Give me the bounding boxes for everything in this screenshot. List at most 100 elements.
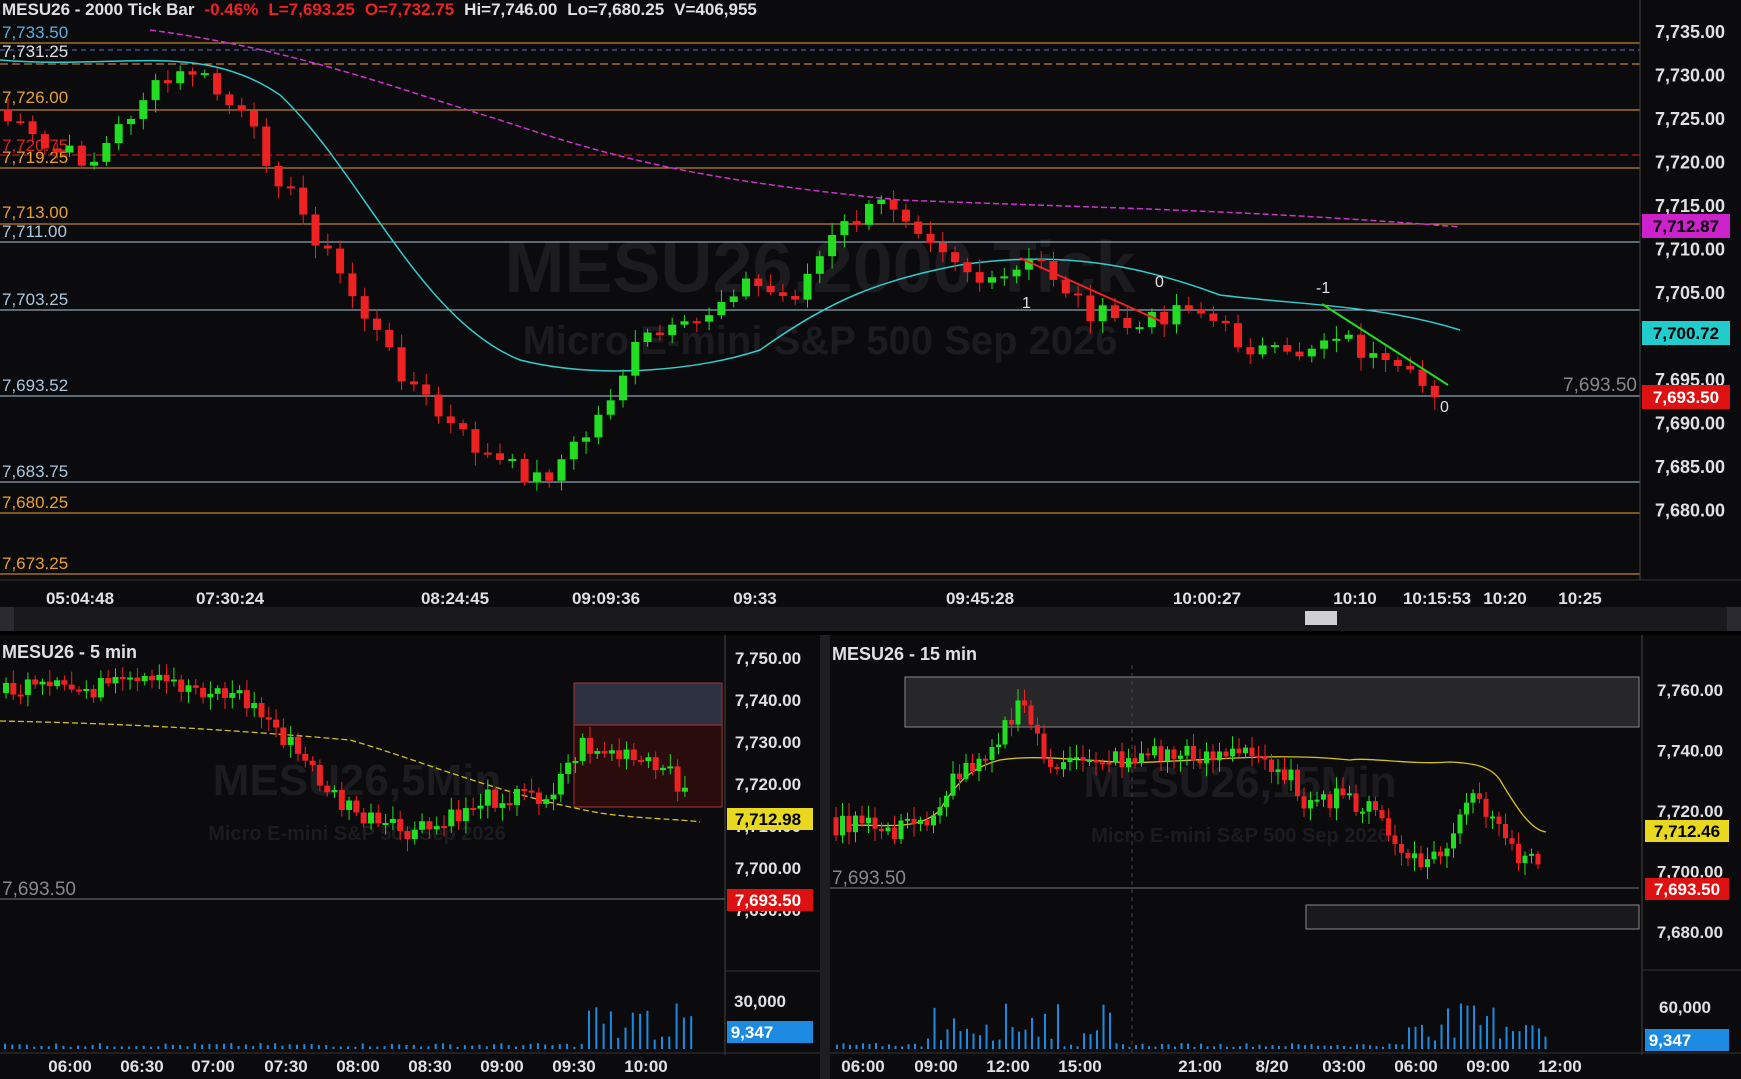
volume-bar bbox=[1473, 1005, 1475, 1049]
candle-body bbox=[1295, 769, 1300, 797]
candle-body bbox=[1184, 305, 1193, 310]
volume-bar bbox=[150, 1046, 152, 1049]
volume-bar bbox=[1193, 1046, 1196, 1049]
time-tick-label: 07:30 bbox=[264, 1057, 307, 1076]
volume-bar bbox=[347, 1046, 350, 1049]
candle-body bbox=[1087, 759, 1092, 762]
candle-body bbox=[61, 680, 68, 685]
candle-body bbox=[331, 789, 338, 793]
candle-body bbox=[1379, 810, 1385, 819]
candle-body bbox=[274, 165, 283, 187]
candle-body bbox=[368, 812, 374, 824]
fifteen-min-chart-canvas[interactable]: MESU26 - 15 min MESU26,15Min Micro E-min… bbox=[830, 635, 1741, 1079]
candle-body bbox=[1223, 751, 1229, 757]
axis-tick-label: 7,680.00 bbox=[1657, 923, 1723, 942]
candle-body bbox=[1301, 796, 1307, 809]
volume-bar bbox=[1265, 1046, 1267, 1049]
candle-body bbox=[134, 677, 141, 682]
fifteen-min-title: MESU26 - 15 min bbox=[832, 644, 977, 664]
volume-bar bbox=[1187, 1043, 1189, 1049]
candle-body bbox=[1049, 261, 1058, 280]
volume-bar bbox=[1486, 1016, 1488, 1049]
resistance-zone-box bbox=[904, 676, 1640, 728]
scroll-right-arrow[interactable] bbox=[1727, 607, 1741, 631]
candle-body bbox=[717, 302, 726, 316]
candle-body bbox=[1509, 838, 1515, 844]
volume-axis-label: 30,000 bbox=[734, 992, 786, 1011]
volume-bar bbox=[201, 1044, 204, 1049]
volume-bar bbox=[1226, 1046, 1228, 1049]
candle-body bbox=[419, 821, 426, 830]
volume-bar bbox=[959, 1031, 962, 1049]
candle-body bbox=[323, 245, 332, 249]
scroll-left-arrow[interactable] bbox=[0, 607, 14, 631]
time-tick-label: 06:00 bbox=[48, 1057, 91, 1076]
candle-body bbox=[1529, 853, 1534, 856]
volume-bar bbox=[1089, 1034, 1092, 1049]
candle-body bbox=[65, 145, 74, 153]
candle-body bbox=[1139, 753, 1144, 764]
candle-body bbox=[1373, 801, 1378, 811]
scrollbar-thumb[interactable] bbox=[1305, 611, 1337, 625]
time-tick-label: 10:20 bbox=[1483, 589, 1526, 607]
horizontal-scrollbar[interactable] bbox=[0, 607, 1741, 631]
candle-body bbox=[1080, 757, 1086, 761]
candle-body bbox=[729, 296, 738, 303]
candle-body bbox=[1132, 758, 1138, 764]
low-price: Lo=7,680.25 bbox=[567, 0, 665, 19]
candle-body bbox=[229, 693, 236, 698]
candle-body bbox=[865, 203, 873, 225]
price-marker-label: 7,693.50 bbox=[1563, 375, 1637, 396]
time-tick-label: 15:00 bbox=[1058, 1057, 1101, 1076]
candle-body bbox=[251, 703, 258, 709]
time-tick-label: 06:00 bbox=[841, 1057, 884, 1076]
volume-bar bbox=[998, 1039, 1001, 1049]
candle-body bbox=[1054, 766, 1060, 770]
volume-bar bbox=[566, 1043, 569, 1049]
candle-body bbox=[1098, 305, 1107, 322]
fifteen-min-chart-panel[interactable]: MESU26 - 15 min MESU26,15Min Micro E-min… bbox=[830, 635, 1741, 1079]
five-min-volume-bars bbox=[4, 1003, 693, 1049]
candle-body bbox=[1197, 760, 1203, 764]
candle-body bbox=[1353, 793, 1359, 812]
candle-body bbox=[77, 145, 86, 166]
time-tick-label: 06:00 bbox=[1394, 1057, 1437, 1076]
candle-body bbox=[705, 315, 714, 322]
volume-bar bbox=[1070, 1044, 1072, 1049]
five-min-chart-canvas[interactable]: MESU26 - 5 min MESU26,5Min Micro E-mini … bbox=[0, 635, 820, 1079]
volume-bar bbox=[933, 1007, 936, 1049]
volume-bar bbox=[449, 1044, 452, 1049]
volume-bar bbox=[849, 1044, 851, 1049]
volume-bar bbox=[1525, 1025, 1527, 1049]
tick-chart-panel[interactable]: MESU26 - 2000 Tick Bar -0.46% L=7,693.25 O=… bbox=[0, 0, 1741, 607]
support-zone-box bbox=[1305, 904, 1640, 930]
volume-bar bbox=[690, 1016, 693, 1049]
candle-body bbox=[877, 199, 886, 204]
volume-bar bbox=[230, 1043, 233, 1049]
fifteen-min-volume-bars bbox=[836, 1003, 1547, 1049]
candle-body bbox=[885, 827, 891, 832]
candle-body bbox=[791, 295, 800, 300]
axis-tick-label: 7,720.00 bbox=[735, 775, 801, 794]
supply-zone-box bbox=[573, 682, 723, 726]
candle-body bbox=[957, 773, 962, 779]
candle-body bbox=[833, 817, 839, 836]
five-min-chart-panel[interactable]: MESU26 - 5 min MESU26,5Min Micro E-mini … bbox=[0, 635, 820, 1079]
volume-bar bbox=[875, 1043, 877, 1049]
candle-body bbox=[520, 458, 529, 483]
candle-body bbox=[1483, 798, 1489, 817]
volume-bar bbox=[927, 1038, 929, 1049]
volume-bar bbox=[500, 1043, 503, 1049]
level-label: 7,711.00 bbox=[2, 222, 67, 241]
volume-bar bbox=[361, 1043, 364, 1049]
candle-body bbox=[535, 792, 542, 804]
tick-chart-canvas[interactable]: MESU26,2000 Tick Micro E-mini S&P 500 Se… bbox=[0, 0, 1741, 607]
volume-bar bbox=[1356, 1044, 1358, 1049]
volume-bar bbox=[1479, 1025, 1482, 1049]
candle-body bbox=[1172, 305, 1181, 325]
watermark-symbol: MESU26,5Min bbox=[213, 756, 502, 805]
volume-bar bbox=[1115, 1043, 1118, 1049]
candle-body bbox=[16, 121, 25, 124]
candle-body bbox=[1184, 745, 1190, 756]
panel-splitter[interactable] bbox=[820, 635, 830, 1079]
